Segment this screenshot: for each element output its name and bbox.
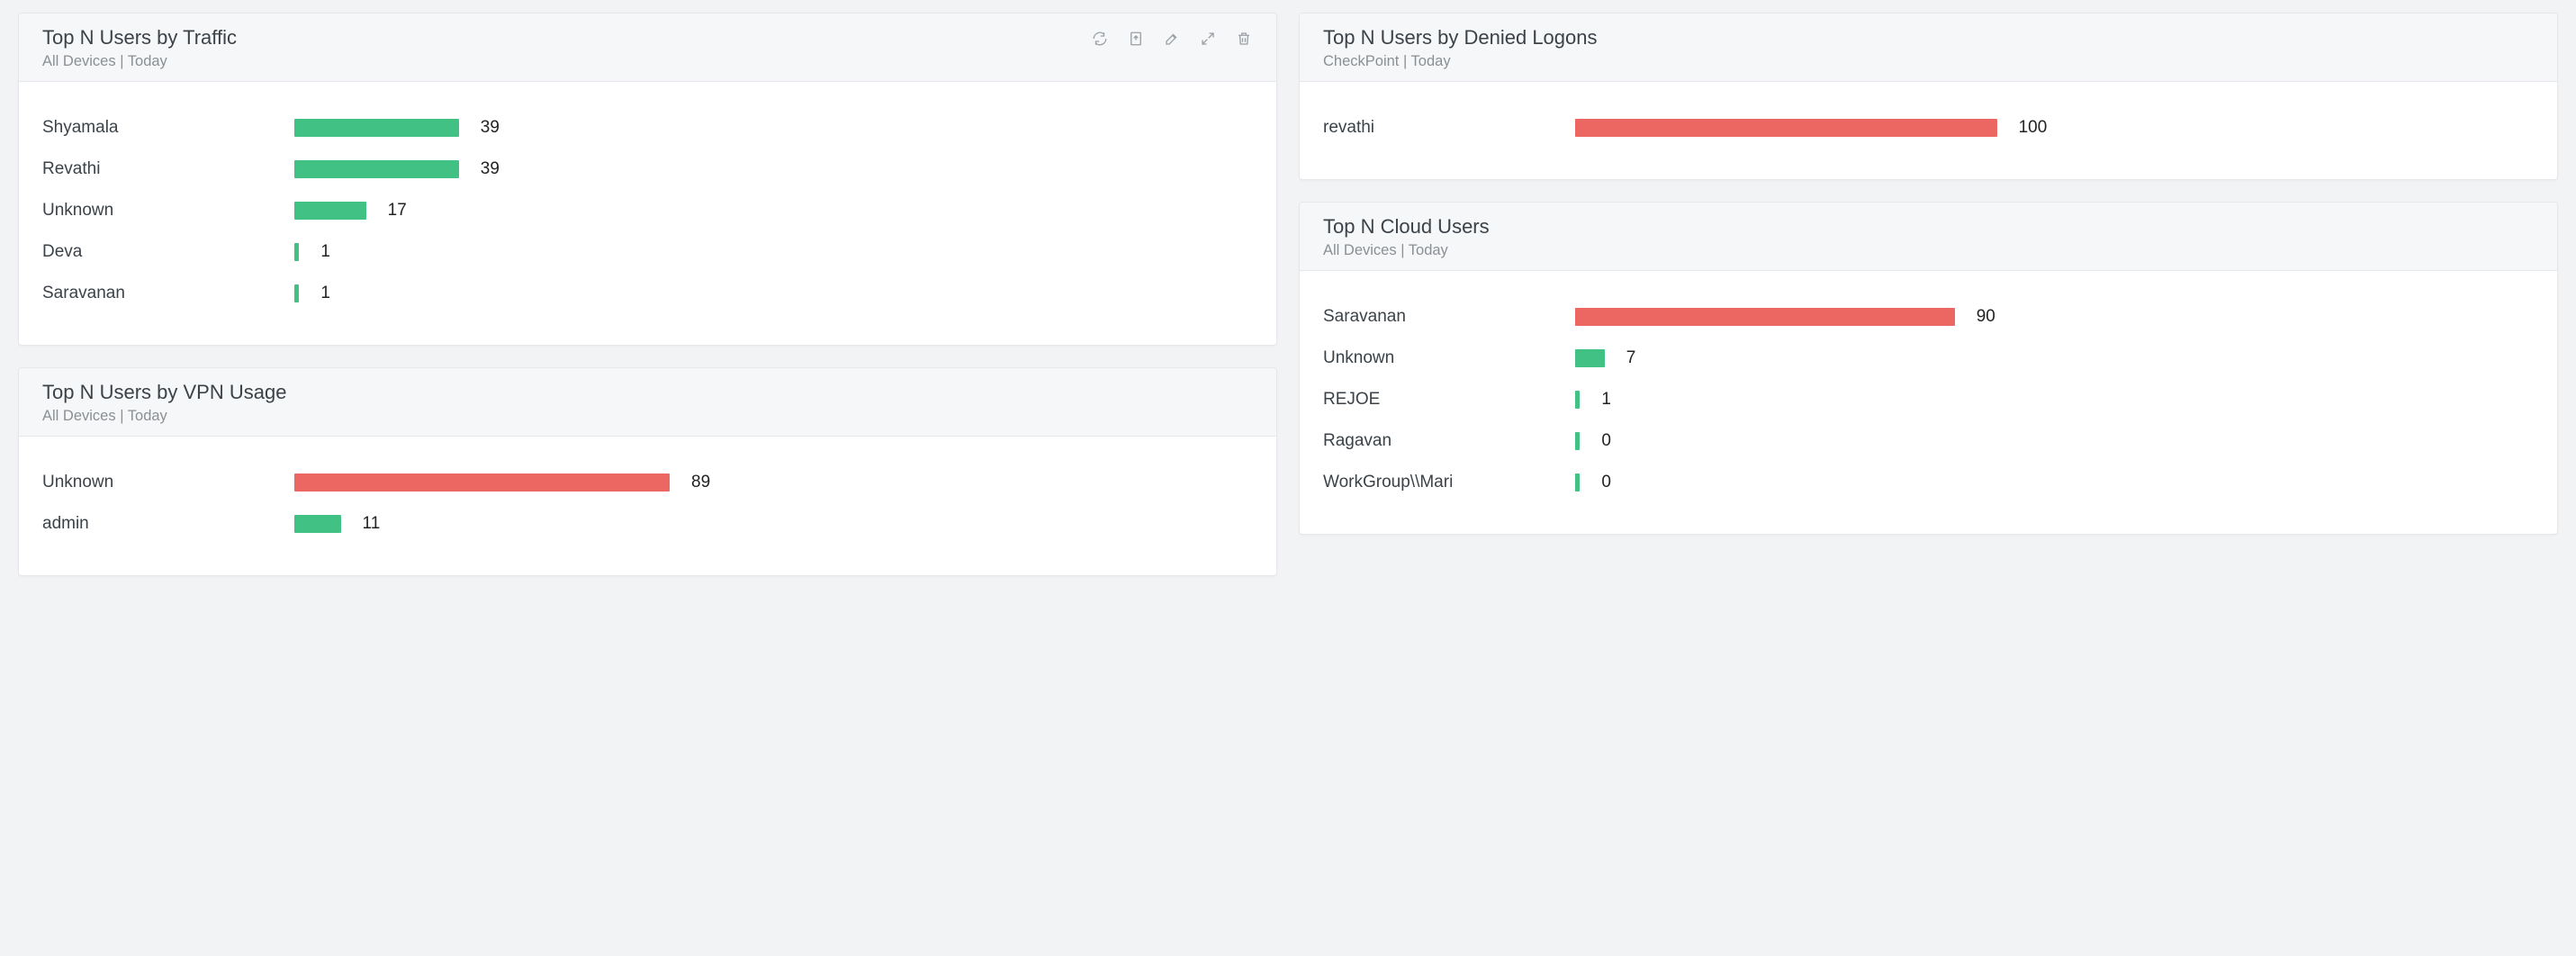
bar-label: Unknown [42,473,294,492]
bar-label: Shyamala [42,118,294,138]
bar-track: 17 [294,201,1253,221]
bar-fill [1575,391,1580,409]
bar-value: 89 [691,473,710,492]
bar-label: admin [42,514,294,534]
bar-row: Deva 1 [42,231,1253,273]
bar-value: 0 [1601,473,1611,492]
bar-fill [1575,473,1580,492]
bar-fill [1575,308,1955,326]
panel-titles: Top N Cloud Users All Devices | Today [1323,215,1490,259]
bar-value: 17 [388,201,407,221]
bar-fill [294,202,366,220]
panel-titles: Top N Users by VPN Usage All Devices | To… [42,381,286,425]
panel-subtitle: CheckPoint | Today [1323,53,1598,70]
panel-header: Top N Users by VPN Usage All Devices | To… [19,368,1276,437]
bar-track: 1 [294,242,1253,262]
left-column: Top N Users by Traffic All Devices | Toda… [18,13,1277,576]
bar-row: admin 11 [42,503,1253,545]
bar-track: 1 [1575,390,2534,410]
panel-header: Top N Users by Traffic All Devices | Toda… [19,14,1276,82]
panel-traffic: Top N Users by Traffic All Devices | Toda… [18,13,1277,346]
panel-titles: Top N Users by Traffic All Devices | Toda… [42,26,237,70]
bar-label: WorkGroup\\Mari [1323,473,1575,492]
expand-icon[interactable] [1199,30,1217,48]
bar-label: Deva [42,242,294,262]
bar-label: Saravanan [1323,307,1575,327]
bar-label: REJOE [1323,390,1575,410]
panel-denied: Top N Users by Denied Logons CheckPoint |… [1299,13,2558,180]
bar-row: Saravanan 90 [1323,296,2534,338]
panel-body: Saravanan90Unknown7REJOE1Ragavan0WorkGro… [1300,271,2557,534]
bar-value: 1 [1601,390,1611,410]
bar-track: 89 [294,473,1253,492]
bar-fill [294,243,299,261]
bar-row: Shyamala 39 [42,107,1253,149]
bar-fill [1575,119,1997,137]
bar-label: Unknown [1323,348,1575,368]
bar-label: Ragavan [1323,431,1575,451]
delete-icon[interactable] [1235,30,1253,48]
bar-value: 11 [363,514,381,534]
bar-value: 100 [2019,118,2048,138]
panel-body: Unknown 89 admin 11 [19,437,1276,575]
bar-fill [294,515,341,533]
panel-title: Top N Users by Denied Logons [1323,26,1598,50]
bar-fill [1575,432,1580,450]
bar-row: REJOE 1 [1323,379,2534,420]
bar-row: Ragavan 0 [1323,420,2534,462]
refresh-icon[interactable] [1091,30,1109,48]
bar-value: 7 [1626,348,1636,368]
bar-track: 7 [1575,348,2534,368]
panel-vpn: Top N Users by VPN Usage All Devices | To… [18,367,1277,576]
right-column: Top N Users by Denied Logons CheckPoint |… [1299,13,2558,576]
bar-row: Unknown 17 [42,190,1253,231]
bar-value: 39 [481,118,500,138]
panel-body: Shyamala39Revathi39Unknown17Deva1Saravan… [19,82,1276,345]
bar-value: 90 [1977,307,1995,327]
panel-header: Top N Users by Denied Logons CheckPoint |… [1300,14,2557,82]
bar-fill [294,473,670,492]
bar-row: revathi 100 [1323,107,2534,149]
bar-row: Unknown 89 [42,462,1253,503]
bar-label: revathi [1323,118,1575,138]
panel-subtitle: All Devices | Today [42,408,286,425]
bar-fill [294,119,459,137]
panel-title: Top N Users by Traffic [42,26,237,50]
panel-body: revathi 100 [1300,82,2557,179]
bar-value: 1 [320,242,330,262]
export-icon[interactable] [1127,30,1145,48]
panel-toolbar [1091,26,1253,48]
bar-track: 90 [1575,307,2534,327]
bar-value: 39 [481,159,500,179]
bar-label: Saravanan [42,284,294,303]
bar-row: Unknown 7 [1323,338,2534,379]
dashboard: Top N Users by Traffic All Devices | Toda… [0,0,2576,594]
bar-value: 1 [320,284,330,303]
bar-track: 39 [294,159,1253,179]
bar-value: 0 [1601,431,1611,451]
panel-subtitle: All Devices | Today [42,53,237,70]
panel-titles: Top N Users by Denied Logons CheckPoint |… [1323,26,1598,70]
panel-title: Top N Users by VPN Usage [42,381,286,404]
panel-subtitle: All Devices | Today [1323,242,1490,259]
panel-title: Top N Cloud Users [1323,215,1490,239]
bar-track: 39 [294,118,1253,138]
bar-track: 11 [294,514,1253,534]
bar-fill [294,284,299,302]
bar-track: 1 [294,284,1253,303]
bar-label: Unknown [42,201,294,221]
panel-header: Top N Cloud Users All Devices | Today [1300,203,2557,271]
bar-row: Revathi 39 [42,149,1253,190]
bar-fill [1575,349,1605,367]
bar-track: 100 [1575,118,2534,138]
bar-fill [294,160,459,178]
bar-row: Saravanan 1 [42,273,1253,314]
bar-row: WorkGroup\\Mari 0 [1323,462,2534,503]
bar-track: 0 [1575,431,2534,451]
edit-icon[interactable] [1163,30,1181,48]
panel-cloud: Top N Cloud Users All Devices | Today Sara… [1299,202,2558,535]
bar-label: Revathi [42,159,294,179]
bar-track: 0 [1575,473,2534,492]
